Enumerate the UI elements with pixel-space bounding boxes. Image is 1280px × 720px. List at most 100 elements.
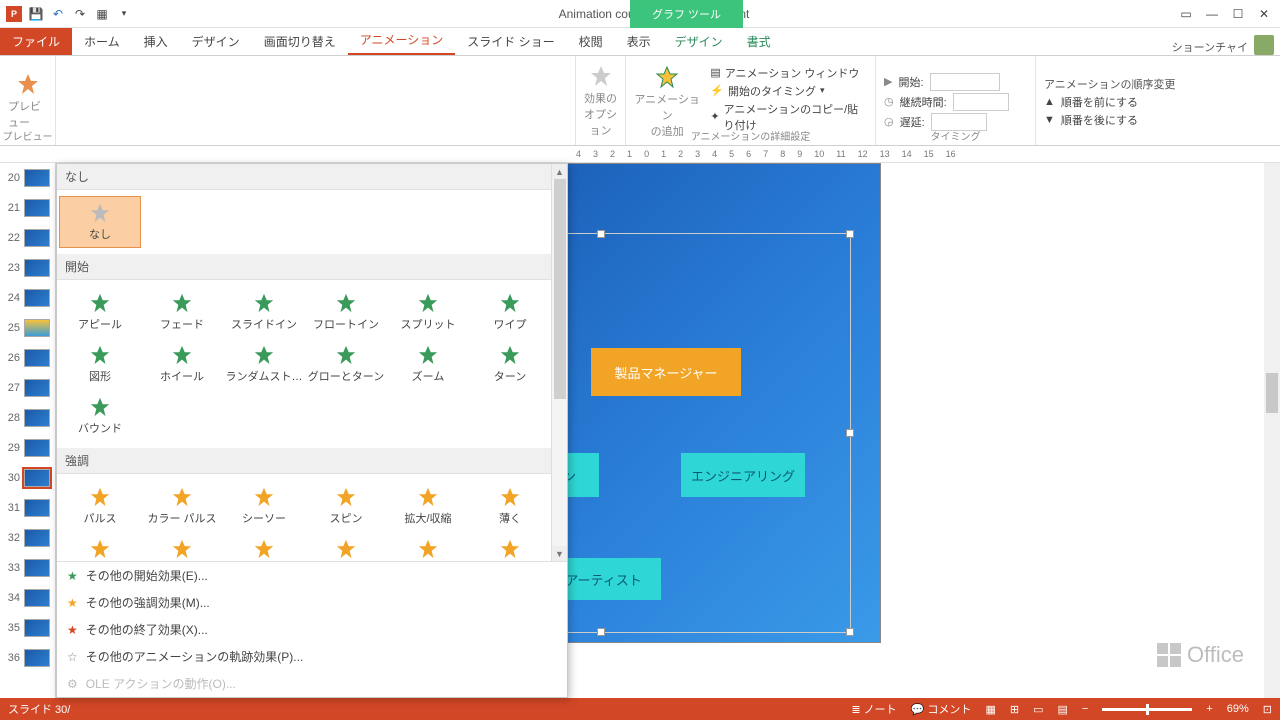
tab-design[interactable]: デザイン bbox=[180, 28, 252, 55]
tab-view[interactable]: 表示 bbox=[615, 28, 663, 55]
tab-slideshow[interactable]: スライド ショー bbox=[455, 28, 566, 55]
thumbnail-slide-34[interactable]: 34 bbox=[0, 583, 55, 613]
start-from-beginning-icon[interactable]: ▦ bbox=[94, 6, 110, 22]
thumbnail-slide-24[interactable]: 24 bbox=[0, 283, 55, 313]
tab-animation[interactable]: アニメーション bbox=[348, 26, 456, 55]
anim-entrance-item[interactable]: ホイール bbox=[141, 338, 223, 390]
more-motion-paths[interactable]: ☆その他のアニメーションの軌跡効果(P)... bbox=[57, 643, 567, 670]
move-later-button[interactable]: ▼順番を後にする bbox=[1044, 112, 1176, 128]
thumbnail-slide-21[interactable]: 21 bbox=[0, 193, 55, 223]
anim-emphasis-item[interactable]: 暗く bbox=[59, 532, 141, 561]
comments-button[interactable]: 💬 コメント bbox=[911, 701, 972, 717]
slideshow-view-button[interactable]: ▤ bbox=[1057, 703, 1067, 716]
ribbon-group-animation-gallery bbox=[56, 56, 576, 145]
preview-button[interactable]: プレビュー bbox=[8, 72, 47, 130]
thumbnail-slide-28[interactable]: 28 bbox=[0, 403, 55, 433]
minimize-button[interactable]: — bbox=[1204, 6, 1220, 22]
trigger-button[interactable]: ⚡開始のタイミング▾ bbox=[710, 83, 867, 99]
scroll-down-icon[interactable]: ▼ bbox=[552, 546, 567, 561]
anim-none[interactable]: なし bbox=[59, 196, 141, 248]
anim-entrance-item[interactable]: グローとターン bbox=[305, 338, 387, 390]
anim-emphasis-item[interactable]: シーソー bbox=[223, 480, 305, 532]
normal-view-button[interactable]: ▦ bbox=[985, 703, 995, 716]
animation-pane-button[interactable]: ▤アニメーション ウィンドウ bbox=[710, 65, 867, 81]
reading-view-button[interactable]: ▭ bbox=[1033, 703, 1043, 716]
thumbnail-slide-30[interactable]: 30 bbox=[0, 463, 55, 493]
delay-icon: ◶ bbox=[884, 115, 894, 128]
duration-spinner[interactable] bbox=[953, 93, 1009, 111]
fit-to-window-button[interactable]: ⊡ bbox=[1263, 703, 1272, 716]
thumbnail-slide-23[interactable]: 23 bbox=[0, 253, 55, 283]
close-button[interactable]: ✕ bbox=[1256, 6, 1272, 22]
vertical-scrollbar[interactable] bbox=[1264, 163, 1280, 698]
qat-customize-icon[interactable]: ▾ bbox=[116, 6, 132, 22]
anim-entrance-item[interactable]: スライドイン bbox=[223, 286, 305, 338]
notes-button[interactable]: ≣ ノート bbox=[851, 701, 896, 717]
scroll-up-icon[interactable]: ▲ bbox=[552, 164, 567, 179]
zoom-level[interactable]: 69% bbox=[1227, 703, 1249, 715]
signed-in-user[interactable]: ショーンチャイ bbox=[1172, 39, 1254, 55]
popup-scrollbar[interactable]: ▲ ▼ bbox=[551, 164, 567, 561]
star-icon: ★ bbox=[67, 596, 78, 610]
sorter-view-button[interactable]: ⊞ bbox=[1010, 703, 1019, 716]
thumbnail-slide-26[interactable]: 26 bbox=[0, 343, 55, 373]
anim-emphasis-item[interactable]: 線の色 bbox=[469, 532, 551, 561]
gallery-footer: ★その他の開始効果(E)... ★その他の強調効果(M)... ★その他の終了効… bbox=[57, 561, 567, 697]
thumbnail-slide-35[interactable]: 35 bbox=[0, 613, 55, 643]
gallery-category-none: なし bbox=[57, 164, 567, 190]
save-icon[interactable]: 💾 bbox=[28, 6, 44, 22]
anim-emphasis-item[interactable]: 拡大/収縮 bbox=[387, 480, 469, 532]
start-dropdown[interactable] bbox=[930, 73, 1000, 91]
effect-options-button[interactable]: 効果の オプション bbox=[576, 56, 626, 145]
zoom-out-button[interactable]: − bbox=[1082, 703, 1088, 715]
zoom-slider[interactable] bbox=[1102, 708, 1192, 711]
anim-emphasis-item[interactable]: パルス bbox=[59, 480, 141, 532]
thumbnail-slide-36[interactable]: 36 bbox=[0, 643, 55, 673]
tab-insert[interactable]: 挿入 bbox=[132, 28, 180, 55]
thumbnail-slide-25[interactable]: 25 bbox=[0, 313, 55, 343]
tab-file[interactable]: ファイル bbox=[0, 28, 72, 55]
tab-review[interactable]: 校閲 bbox=[567, 28, 615, 55]
anim-emphasis-item[interactable]: 明るく bbox=[141, 532, 223, 561]
anim-entrance-item[interactable]: フェード bbox=[141, 286, 223, 338]
anim-entrance-item[interactable]: バウンド bbox=[59, 390, 141, 442]
tab-home[interactable]: ホーム bbox=[72, 28, 132, 55]
anim-emphasis-item[interactable]: オブジェクト … bbox=[305, 532, 387, 561]
anim-emphasis-item[interactable]: 補色 bbox=[387, 532, 469, 561]
anim-entrance-item[interactable]: ワイプ bbox=[469, 286, 551, 338]
horizontal-ruler: 4321012345678910111213141516 bbox=[0, 146, 1280, 163]
slide-indicator[interactable]: スライド 30/ bbox=[8, 701, 70, 717]
user-avatar[interactable] bbox=[1254, 35, 1274, 55]
thumbnail-slide-31[interactable]: 31 bbox=[0, 493, 55, 523]
tab-chart-format[interactable]: 書式 bbox=[735, 28, 783, 55]
anim-entrance-item[interactable]: 図形 bbox=[59, 338, 141, 390]
thumbnail-slide-27[interactable]: 27 bbox=[0, 373, 55, 403]
thumbnail-slide-22[interactable]: 22 bbox=[0, 223, 55, 253]
anim-entrance-item[interactable]: ズーム bbox=[387, 338, 469, 390]
thumbnail-slide-29[interactable]: 29 bbox=[0, 433, 55, 463]
more-entrance-effects[interactable]: ★その他の開始効果(E)... bbox=[57, 562, 567, 589]
anim-entrance-item[interactable]: フロートイン bbox=[305, 286, 387, 338]
anim-emphasis-item[interactable]: スピン bbox=[305, 480, 387, 532]
maximize-button[interactable]: ☐ bbox=[1230, 6, 1246, 22]
anim-entrance-item[interactable]: アピール bbox=[59, 286, 141, 338]
redo-icon[interactable]: ↷ bbox=[72, 6, 88, 22]
thumbnail-slide-33[interactable]: 33 bbox=[0, 553, 55, 583]
anim-emphasis-item[interactable]: カラー パルス bbox=[141, 480, 223, 532]
thumbnail-slide-20[interactable]: 20 bbox=[0, 163, 55, 193]
zoom-in-button[interactable]: + bbox=[1206, 703, 1212, 715]
move-earlier-button[interactable]: ▲順番を前にする bbox=[1044, 94, 1176, 110]
tab-chart-design[interactable]: デザイン bbox=[663, 28, 735, 55]
ribbon-options-icon[interactable]: ▭ bbox=[1178, 6, 1194, 22]
anim-entrance-item[interactable]: ランダムスト… bbox=[223, 338, 305, 390]
anim-entrance-item[interactable]: ターン bbox=[469, 338, 551, 390]
anim-emphasis-item[interactable]: 透過性 bbox=[223, 532, 305, 561]
tab-transition[interactable]: 画面切り替え bbox=[252, 28, 348, 55]
more-exit-effects[interactable]: ★その他の終了効果(X)... bbox=[57, 616, 567, 643]
thumbnail-slide-32[interactable]: 32 bbox=[0, 523, 55, 553]
anim-emphasis-item[interactable]: 薄く bbox=[469, 480, 551, 532]
anim-entrance-item[interactable]: スプリット bbox=[387, 286, 469, 338]
painter-icon: ✦ bbox=[710, 110, 719, 123]
more-emphasis-effects[interactable]: ★その他の強調効果(M)... bbox=[57, 589, 567, 616]
undo-icon[interactable]: ↶ bbox=[50, 6, 66, 22]
